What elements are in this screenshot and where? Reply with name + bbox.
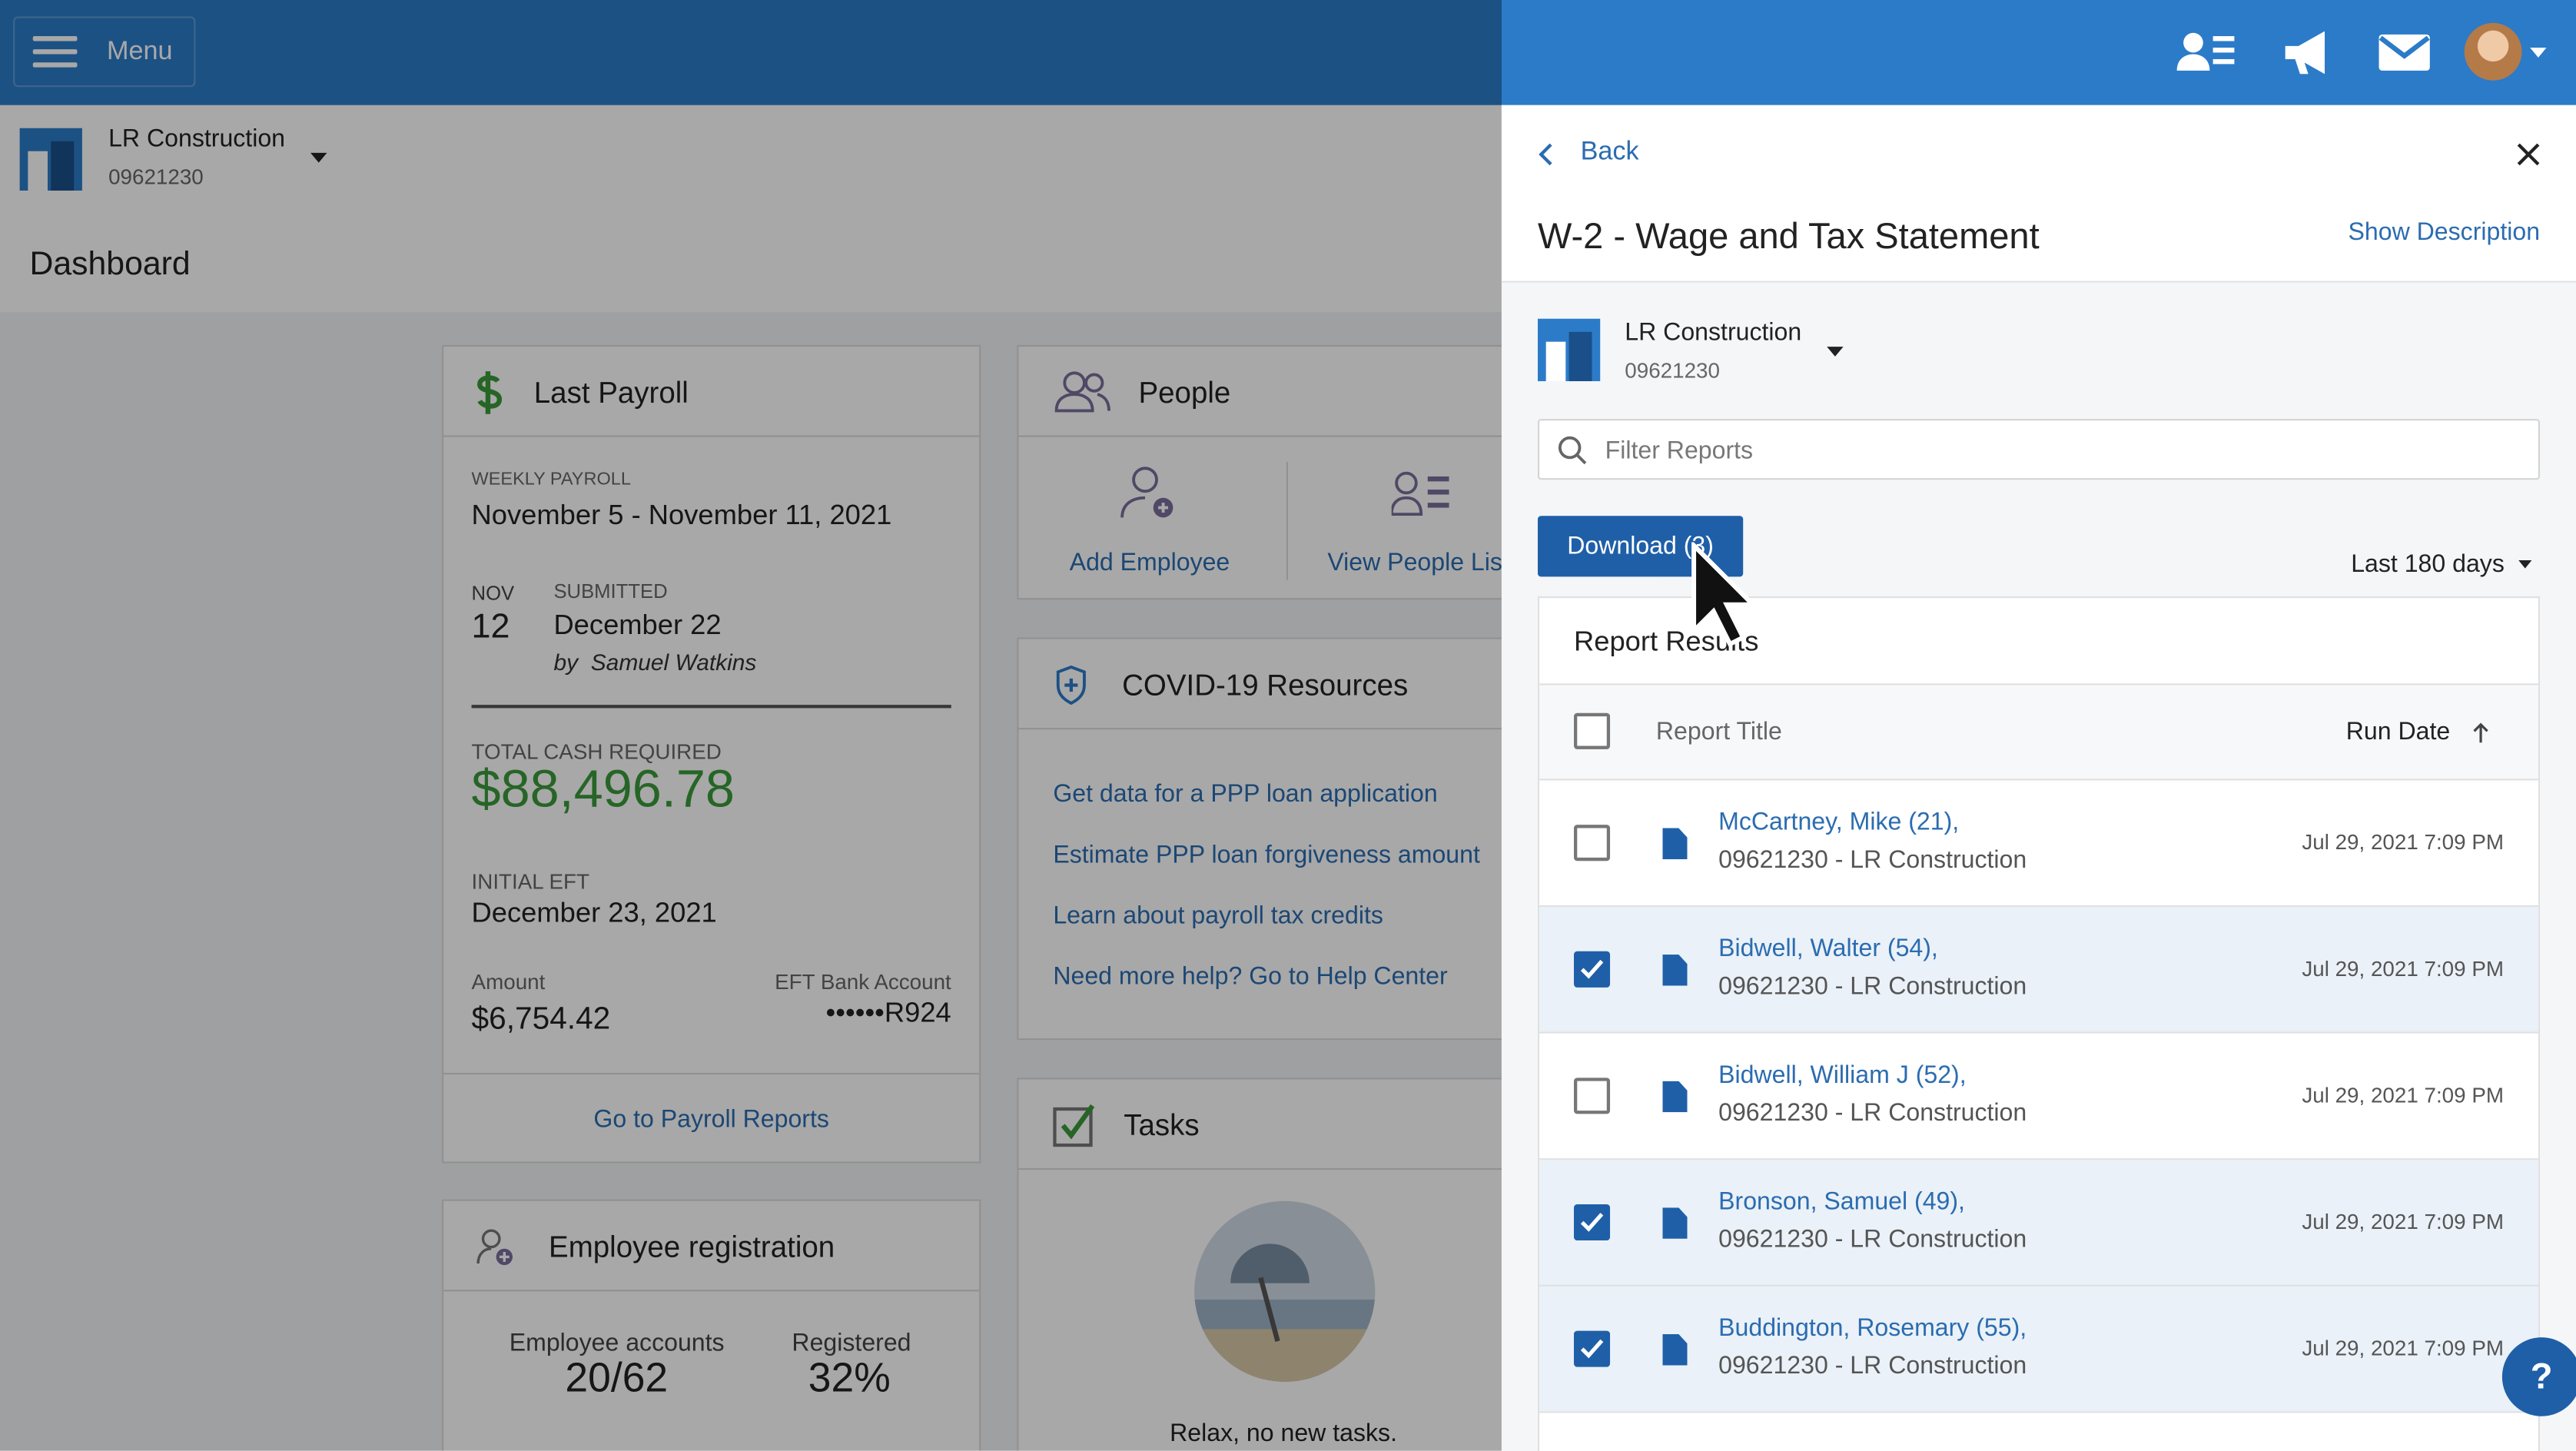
document-icon xyxy=(1662,828,1688,860)
filter-placeholder: Filter Reports xyxy=(1605,437,1754,465)
table-row[interactable]: Bronson, Samuel (49), 09621230 - LR Cons… xyxy=(1539,1160,2538,1287)
close-icon[interactable] xyxy=(2517,143,2540,166)
column-run-date[interactable]: Run Date xyxy=(2346,718,2450,745)
mouse-cursor-icon xyxy=(1691,542,1754,648)
people-icon[interactable] xyxy=(2176,26,2236,78)
report-company: 09621230 - LR Construction xyxy=(1718,845,2027,875)
report-company: 09621230 - LR Construction xyxy=(1718,1352,2027,1380)
table-row[interactable]: Buddington, Rosemary (55), 09621230 - LR… xyxy=(1539,1286,2538,1413)
check-icon xyxy=(1580,959,1604,979)
check-icon xyxy=(1580,1213,1604,1232)
report-name-link[interactable]: Buddington, Rosemary (55), xyxy=(1718,1314,2027,1342)
report-panel: Back W-2 - Wage and Tax Statement Show D… xyxy=(1501,105,2576,1451)
panel-company-name[interactable]: LR Construction xyxy=(1625,319,1801,347)
mail-icon[interactable] xyxy=(2375,26,2435,78)
search-icon xyxy=(1558,436,1587,465)
report-run-date: Jul 29, 2021 7:09 PM xyxy=(2302,956,2505,981)
row-checkbox-checked[interactable] xyxy=(1574,1330,1611,1367)
report-results-table: Report Results Report Title Run Date McC… xyxy=(1537,596,2541,1451)
report-run-date: Jul 29, 2021 7:09 PM xyxy=(2302,1209,2505,1234)
panel-company-number: 09621230 xyxy=(1625,358,1720,384)
report-name-link[interactable]: Bidwell, Walter (54), xyxy=(1718,935,1938,962)
avatar-chevron-down-icon[interactable] xyxy=(2530,47,2547,58)
report-name-link[interactable]: Bronson, Samuel (49), xyxy=(1718,1188,1965,1216)
date-range-chevron-down-icon[interactable] xyxy=(2518,559,2532,569)
chevron-left-icon[interactable] xyxy=(1538,141,1554,168)
row-checkbox-checked[interactable] xyxy=(1574,1204,1611,1241)
row-checkbox[interactable] xyxy=(1574,1077,1611,1114)
document-icon xyxy=(1662,1207,1688,1239)
results-header: Report Results xyxy=(1539,598,2538,686)
row-checkbox[interactable] xyxy=(1574,825,1611,862)
company-chevron-down-icon[interactable] xyxy=(1827,347,1844,357)
panel-header: Back W-2 - Wage and Tax Statement Show D… xyxy=(1501,105,2576,283)
table-row[interactable]: Bidwell, Walter (54), 09621230 - LR Cons… xyxy=(1539,907,2538,1034)
sort-ascending-icon[interactable] xyxy=(2471,721,2491,744)
report-company: 09621230 - LR Construction xyxy=(1718,1225,2027,1254)
document-icon xyxy=(1662,1081,1688,1113)
help-button[interactable]: ? xyxy=(2501,1337,2576,1416)
select-all-checkbox[interactable] xyxy=(1574,712,1611,749)
help-label: ? xyxy=(2530,1355,2553,1397)
panel-title: W-2 - Wage and Tax Statement xyxy=(1537,215,2040,257)
show-description-link[interactable]: Show Description xyxy=(2349,218,2541,246)
report-name-link[interactable]: McCartney, Mike (21), xyxy=(1718,809,1959,836)
report-name-link[interactable]: Bidwell, William J (52), xyxy=(1718,1061,1967,1089)
document-icon xyxy=(1662,1333,1688,1366)
back-link[interactable]: Back xyxy=(1581,138,1639,168)
report-company: 09621230 - LR Construction xyxy=(1718,972,2027,1001)
megaphone-icon[interactable] xyxy=(2279,26,2338,78)
check-icon xyxy=(1580,1339,1604,1359)
avatar[interactable] xyxy=(2464,22,2522,81)
filter-reports-input[interactable]: Filter Reports xyxy=(1537,419,2541,480)
modal-overlay[interactable] xyxy=(0,0,1502,1451)
row-checkbox-checked[interactable] xyxy=(1574,951,1611,988)
date-range-select[interactable]: Last 180 days xyxy=(2351,550,2505,578)
table-row[interactable]: McCartney, Mike (21), 09621230 - LR Cons… xyxy=(1539,780,2538,908)
report-company: 09621230 - LR Construction xyxy=(1718,1099,2027,1127)
table-column-header: Report Title Run Date xyxy=(1539,685,2538,781)
company-logo xyxy=(1537,318,1601,381)
report-run-date: Jul 29, 2021 7:09 PM xyxy=(2302,829,2505,855)
table-row[interactable]: Bidwell, William J (52), 09621230 - LR C… xyxy=(1539,1033,2538,1160)
document-icon xyxy=(1662,955,1688,986)
report-run-date: Jul 29, 2021 7:09 PM xyxy=(2302,1082,2505,1107)
column-report-title[interactable]: Report Title xyxy=(1656,718,1782,745)
report-run-date: Jul 29, 2021 7:09 PM xyxy=(2302,1336,2505,1361)
